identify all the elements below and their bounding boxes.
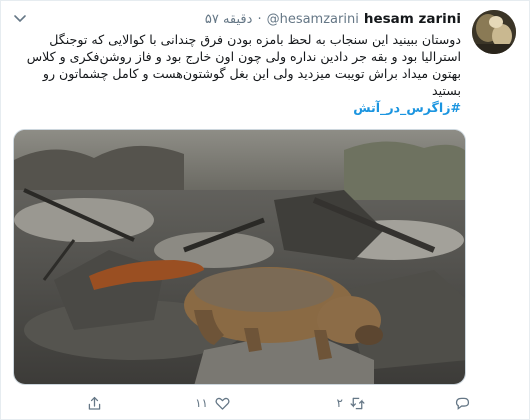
user-handle[interactable]: @hesamzarini: [267, 12, 359, 27]
like-button[interactable]: ۱۱: [195, 393, 231, 413]
tweet-text: دوستان ببینید این سنجاب به لحظ بامزه بود…: [26, 32, 461, 98]
share-button[interactable]: [86, 393, 103, 413]
action-bar: ۲ ۱۱: [1, 393, 530, 413]
share-icon: [88, 396, 101, 410]
retweet-count: ۲: [336, 396, 343, 410]
burnt-forest-squirrel-photo: [14, 130, 465, 384]
tweet-text-container: دوستان ببینید این سنجاب به لحظ بامزه بود…: [11, 31, 461, 116]
retweet-icon: [350, 397, 365, 409]
tweet-photo[interactable]: [13, 129, 466, 385]
avatar-image: [472, 10, 516, 54]
chevron-down-icon[interactable]: [11, 11, 29, 25]
reply-button[interactable]: [454, 393, 471, 413]
tweet-card[interactable]: ۵۷ دقیقه · @hesamzarini hesam zarini دوس…: [0, 0, 530, 420]
retweet-button[interactable]: ۲: [337, 393, 366, 413]
avatar[interactable]: [472, 10, 516, 54]
like-count: ۱۱: [195, 396, 208, 410]
reply-icon: [455, 397, 470, 410]
timestamp[interactable]: ۵۷ دقیقه: [205, 12, 253, 27]
user-name[interactable]: hesam zarini: [364, 11, 461, 27]
heart-icon: [215, 397, 230, 410]
separator: ·: [257, 12, 262, 27]
tweet-header: ۵۷ دقیقه · @hesamzarini hesam zarini: [205, 11, 461, 27]
hashtag-link[interactable]: #زاگرس_در_آتش: [11, 99, 461, 116]
